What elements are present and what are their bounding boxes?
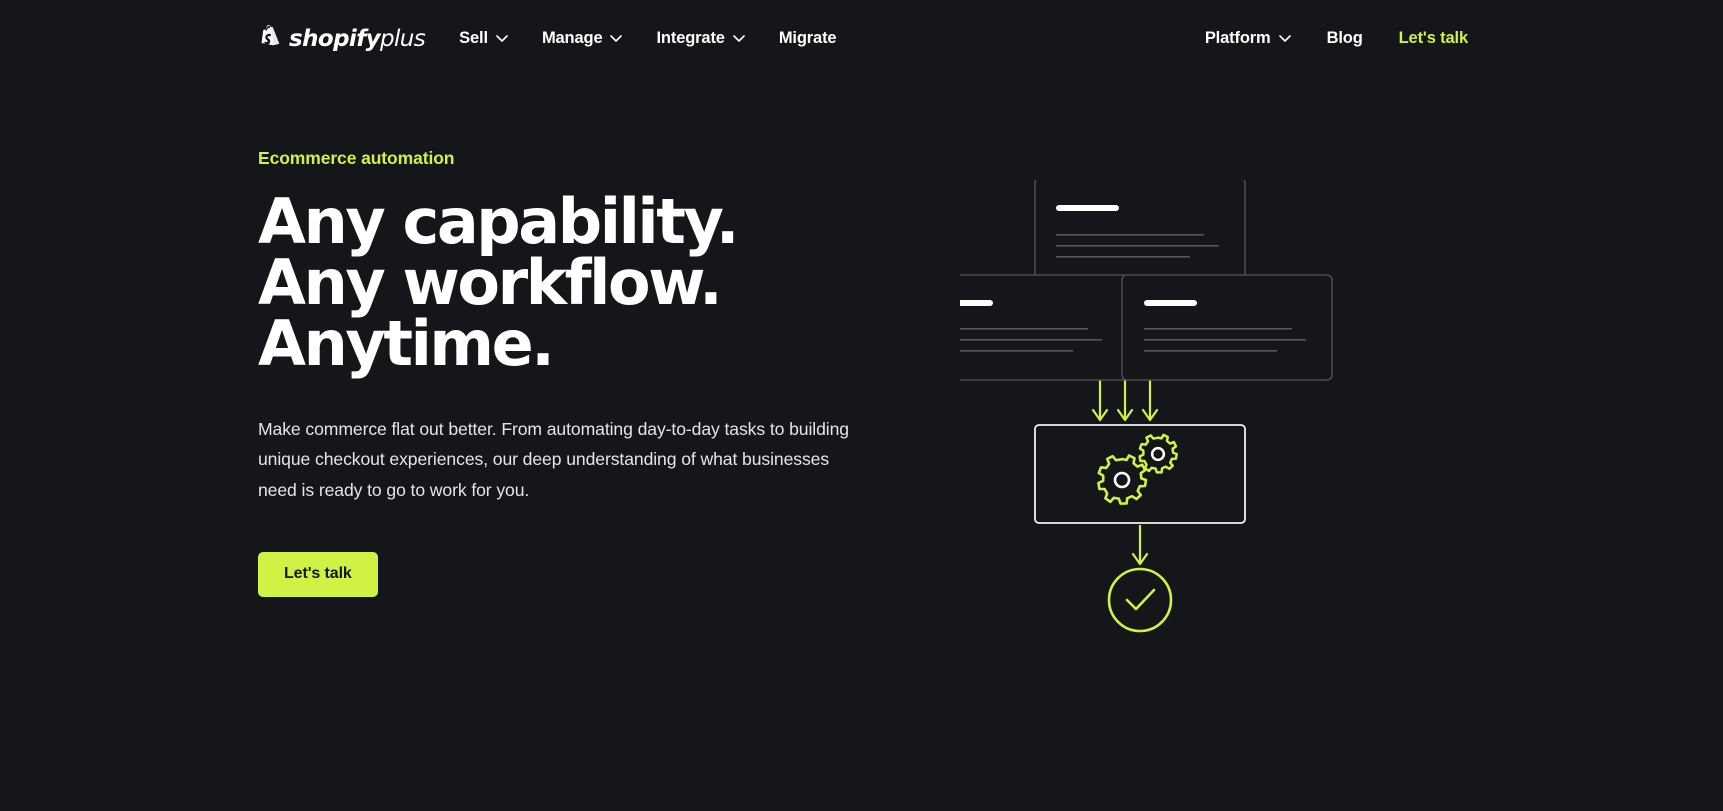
nav-item-manage-label: Manage: [541, 29, 603, 47]
hero-eyebrow: Ecommerce automation: [258, 148, 455, 168]
card-right: [1121, 274, 1333, 381]
nav-item-blog-label: Blog: [1326, 29, 1363, 47]
nav-item-migrate-label: Migrate: [778, 29, 837, 47]
nav-item-lets-talk-label: Let's talk: [1398, 29, 1469, 47]
success-circle: [1107, 567, 1173, 633]
headline-line-2: Any workflow.: [258, 246, 723, 320]
nav-item-platform-label: Platform: [1204, 29, 1271, 47]
nav-item-integrate[interactable]: Integrate: [656, 29, 745, 48]
hero-section: Ecommerce automation Any capability. Any…: [258, 148, 898, 597]
nav-item-sell-label: Sell: [459, 29, 488, 47]
top-navigation-bar: shopify plus Sell Manage Integrate Migrat…: [0, 0, 1723, 77]
gears-box: [1034, 424, 1246, 524]
hero-description: Make commerce flat out better. From auto…: [258, 419, 849, 500]
logo-wordmark: shopify plus: [289, 25, 426, 52]
headline-line-1: Any capability.: [258, 185, 739, 258]
shopify-bag-icon: [258, 24, 282, 53]
chevron-down-icon: [496, 35, 508, 42]
nav-item-sell[interactable]: Sell: [459, 29, 508, 48]
nav-left-group: shopify plus Sell Manage Integrate Migrat…: [258, 24, 837, 53]
nav-item-lets-talk[interactable]: Let's talk: [1398, 29, 1469, 48]
nav-item-blog[interactable]: Blog: [1327, 29, 1363, 48]
logo-shopify-text: shopify: [289, 25, 381, 52]
headline-line-3: Anytime.: [258, 307, 555, 381]
chevron-down-icon: [1278, 35, 1291, 42]
nav-item-integrate-label: Integrate: [656, 29, 725, 47]
checkmark-icon: [1125, 588, 1156, 611]
logo-plus-text: plus: [380, 25, 426, 52]
nav-right-group: Platform Blog Let's talk: [1205, 29, 1468, 48]
chevron-down-icon: [610, 35, 623, 42]
automation-workflow-diagram: [960, 180, 1500, 640]
nav-item-migrate[interactable]: Migrate: [779, 29, 837, 48]
card-left: [960, 274, 1129, 381]
shopify-plus-logo[interactable]: shopify plus: [258, 24, 426, 53]
nav-item-manage[interactable]: Manage: [542, 29, 623, 48]
chevron-down-icon: [733, 35, 745, 42]
arrow-processor-to-result: [1131, 525, 1149, 566]
page-title: Any capability. Any workflow. Anytime.: [258, 185, 898, 381]
lets-talk-button[interactable]: Let's talk: [258, 551, 378, 597]
nav-item-platform[interactable]: Platform: [1205, 29, 1291, 48]
